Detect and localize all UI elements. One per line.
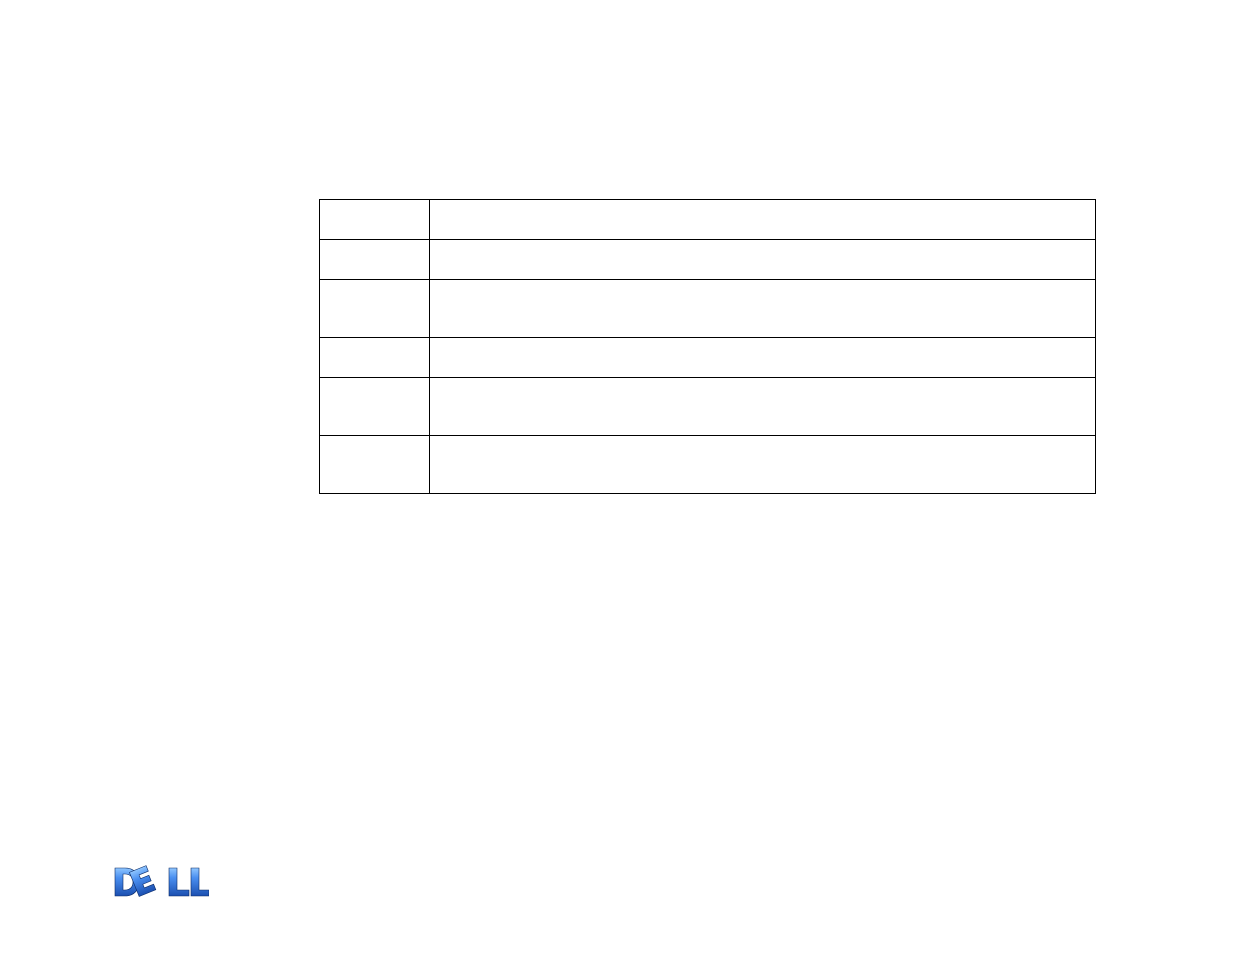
table-cell-left: [320, 436, 430, 494]
table-cell-left: [320, 338, 430, 378]
dell-logo-icon: [113, 862, 209, 902]
table-cell-right: [430, 200, 1096, 240]
table-cell-left: [320, 240, 430, 280]
content-table: [319, 199, 1096, 494]
table: [319, 199, 1096, 494]
table-row: [320, 338, 1096, 378]
table-row: [320, 240, 1096, 280]
table-cell-right: [430, 338, 1096, 378]
table-row: [320, 378, 1096, 436]
table-cell-right: [430, 378, 1096, 436]
table-cell-left: [320, 280, 430, 338]
table-row: [320, 436, 1096, 494]
table-row: [320, 280, 1096, 338]
table-cell-right: [430, 436, 1096, 494]
table-cell-right: [430, 280, 1096, 338]
table-cell-left: [320, 200, 430, 240]
table-row: [320, 200, 1096, 240]
table-cell-left: [320, 378, 430, 436]
table-cell-right: [430, 240, 1096, 280]
